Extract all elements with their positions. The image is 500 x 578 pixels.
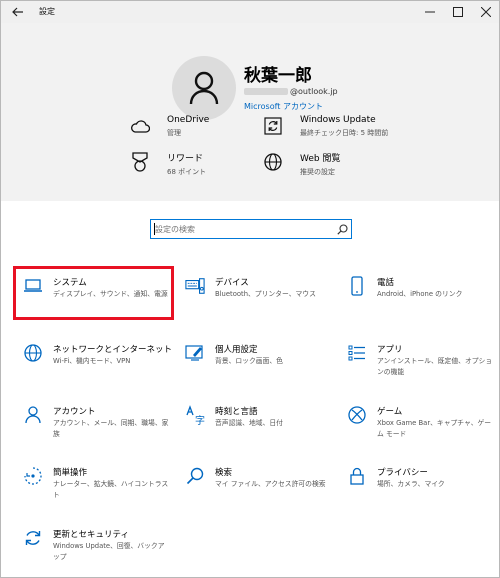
- ease-of-access-icon: [23, 466, 43, 486]
- tile-description: 背景、ロック画面、色: [215, 357, 283, 365]
- header-item-title: Windows Update: [300, 115, 376, 125]
- tile-update-security[interactable]: 更新とセキュリティ Windows Update、回復、バックアップ: [15, 520, 170, 568]
- person-icon: [189, 71, 219, 105]
- xbox-icon: [347, 405, 367, 425]
- search-icon: [336, 223, 348, 235]
- tile-description: 場所、カメラ、マイク: [377, 480, 445, 488]
- tile-description: マイ ファイル、アクセス許可の検索: [215, 480, 326, 488]
- search-button[interactable]: [335, 222, 349, 236]
- close-icon: [481, 7, 491, 17]
- medal-icon: [129, 151, 151, 173]
- lock-icon: [347, 466, 367, 486]
- tile-title: アカウント: [53, 407, 96, 417]
- tile-time-language[interactable]: 字 時刻と言語 音声認識、地域、日付: [177, 397, 332, 445]
- account-header: 秋葉一郎 @outlook.jp Microsoft アカウント OneDriv…: [1, 23, 499, 201]
- tile-title: ネットワークとインターネット: [53, 345, 173, 355]
- globe-icon: [262, 151, 284, 173]
- tile-privacy[interactable]: プライバシー 場所、カメラ、マイク: [339, 458, 494, 506]
- title-bar: 設定: [1, 1, 499, 23]
- tile-description: Xbox Game Bar、キャプチャ、ゲーム モード: [377, 419, 492, 438]
- apps-list-icon: [347, 343, 367, 363]
- svg-text:字: 字: [195, 414, 205, 425]
- maximize-icon: [453, 7, 463, 17]
- tile-description: Android、iPhone のリンク: [377, 290, 463, 298]
- header-item-subtitle: 68 ポイント: [167, 168, 207, 176]
- window-title: 設定: [39, 7, 55, 16]
- header-item-title: リワード: [167, 154, 204, 164]
- settings-search-box[interactable]: [150, 219, 352, 239]
- tile-title: プライバシー: [377, 468, 428, 478]
- paint-icon: [185, 343, 205, 363]
- search-icon: [185, 466, 205, 486]
- avatar[interactable]: [172, 56, 236, 120]
- language-icon: 字: [185, 405, 205, 425]
- person-icon: [23, 405, 43, 425]
- header-item-subtitle: 最終チェック日時: 5 時間前: [300, 129, 389, 137]
- tile-devices[interactable]: デバイス Bluetooth、プリンター、マウス: [177, 268, 332, 316]
- tile-title: 時刻と言語: [215, 407, 258, 417]
- tile-description: ナレーター、拡大鏡、ハイコントラスト: [53, 480, 169, 499]
- tile-title: 更新とセキュリティ: [53, 530, 129, 540]
- tile-personalization[interactable]: 個人用設定 背景、ロック画面、色: [177, 335, 332, 383]
- tile-description: 音声認識、地域、日付: [215, 419, 283, 427]
- header-item-onedrive[interactable]: OneDrive 管理: [129, 115, 209, 137]
- tile-title: 検索: [215, 468, 233, 478]
- back-button[interactable]: [7, 3, 29, 21]
- header-item-windows-update[interactable]: Windows Update 最終チェック日時: 5 時間前: [262, 115, 388, 137]
- keyboard-speaker-icon: [185, 276, 205, 296]
- tile-gaming[interactable]: ゲーム Xbox Game Bar、キャプチャ、ゲーム モード: [339, 397, 494, 445]
- user-email: @outlook.jp: [244, 87, 338, 96]
- tile-phone[interactable]: 電話 Android、iPhone のリンク: [339, 268, 494, 316]
- tile-description: ディスプレイ、サウンド、通知、電源: [53, 290, 168, 298]
- tile-search[interactable]: 検索 マイ ファイル、アクセス許可の検索: [177, 458, 332, 506]
- tile-description: アカウント、メール、同期、職場、家族: [53, 419, 169, 438]
- settings-window: 設定 秋葉一郎 @outlook.jp Microsoft アカウント OneD…: [0, 0, 500, 578]
- tile-title: デバイス: [215, 278, 249, 288]
- cloud-icon: [129, 115, 151, 137]
- tile-accounts[interactable]: アカウント アカウント、メール、同期、職場、家族: [15, 397, 170, 445]
- close-button[interactable]: [473, 1, 499, 23]
- email-redaction: [244, 88, 288, 95]
- user-name: 秋葉一郎: [244, 66, 312, 86]
- tile-apps[interactable]: アプリ アンインストール、既定値、オプションの機能: [339, 335, 494, 383]
- tile-ease-of-access[interactable]: 簡単操作 ナレーター、拡大鏡、ハイコントラスト: [15, 458, 170, 506]
- header-item-rewards[interactable]: リワード 68 ポイント: [129, 151, 206, 176]
- search-input[interactable]: [155, 222, 325, 236]
- tile-description: Windows Update、回復、バックアップ: [53, 542, 165, 561]
- minimize-icon: [425, 11, 435, 13]
- tile-network[interactable]: ネットワークとインターネット Wi-Fi、機内モード、VPN: [15, 335, 173, 383]
- tile-title: アプリ: [377, 345, 403, 355]
- header-item-title: Web 閲覧: [300, 154, 341, 164]
- globe-icon: [23, 343, 43, 363]
- tile-title: ゲーム: [377, 407, 403, 417]
- tile-description: Bluetooth、プリンター、マウス: [215, 290, 316, 298]
- header-item-subtitle: 管理: [167, 129, 181, 137]
- tile-system[interactable]: システム ディスプレイ、サウンド、通知、電源: [13, 266, 174, 320]
- arrow-left-icon: [12, 7, 23, 17]
- header-item-web-browsing[interactable]: Web 閲覧 推奨の設定: [262, 151, 340, 176]
- minimize-button[interactable]: [417, 1, 443, 23]
- refresh-icon: [23, 528, 43, 548]
- tile-description: Wi-Fi、機内モード、VPN: [53, 357, 131, 365]
- tile-title: 電話: [377, 278, 395, 288]
- tile-title: 個人用設定: [215, 345, 258, 355]
- header-item-title: OneDrive: [167, 115, 210, 125]
- tile-title: 簡単操作: [53, 468, 88, 478]
- refresh-icon: [262, 115, 284, 137]
- tile-title: システム: [53, 278, 87, 288]
- microsoft-account-link[interactable]: Microsoft アカウント: [244, 101, 323, 112]
- phone-icon: [347, 276, 367, 296]
- maximize-button[interactable]: [445, 1, 471, 23]
- tile-description: アンインストール、既定値、オプションの機能: [377, 357, 493, 376]
- email-domain: @outlook.jp: [290, 87, 338, 96]
- laptop-icon: [23, 276, 43, 296]
- header-item-subtitle: 推奨の設定: [300, 168, 335, 176]
